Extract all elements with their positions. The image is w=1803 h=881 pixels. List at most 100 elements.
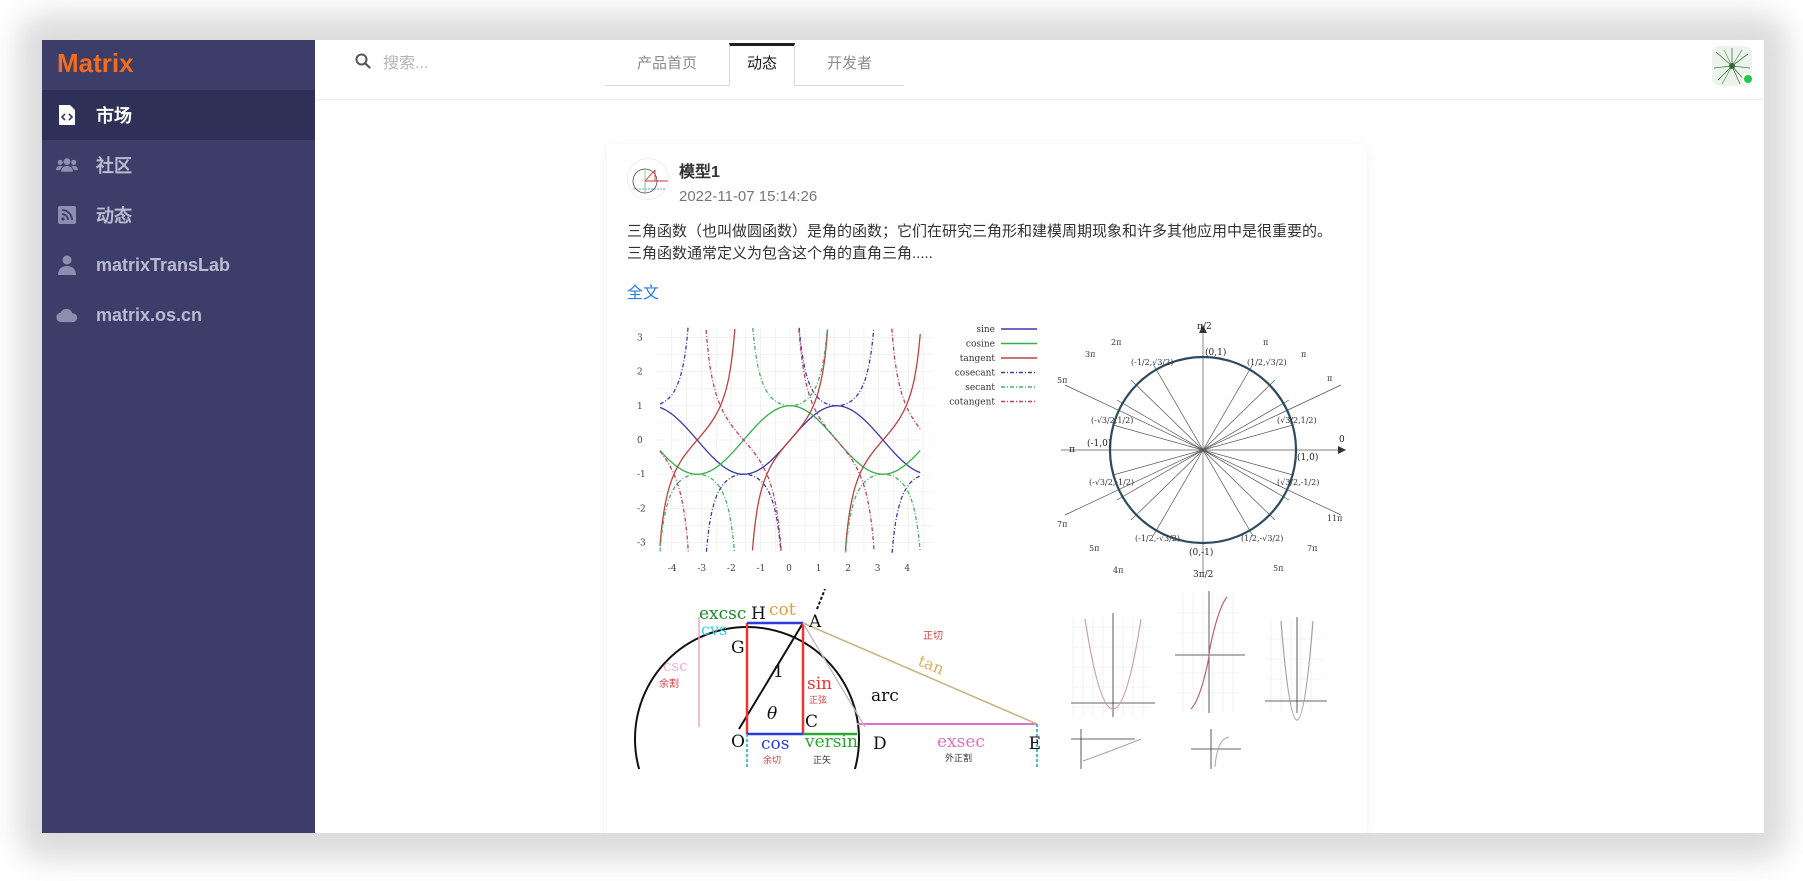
sidebar-item-label: 动态 [96,206,132,226]
app-window: Matrix 市场 社区 动态 matrixTransLab matrix.os… [42,40,1764,833]
geo-cn-label: 正矢 [813,754,831,766]
geo-cn-label: 外正割 [945,752,972,764]
geo-label: exsec [937,732,985,752]
geo-label: 1 [773,662,784,682]
circle-point-label: (0,1) [1205,347,1226,358]
search-box [355,53,543,74]
trig-geometry-diagram[interactable]: excsc H cot A cvs G csc 1 sin θ arc O C … [627,589,1045,769]
x-tick-label: -3 [697,564,706,574]
geo-label: csc [663,657,688,675]
search-icon[interactable] [355,53,371,74]
code-file-icon [56,104,78,126]
tab-product-home[interactable]: 产品首页 [605,43,729,85]
y-tick-label: -1 [637,470,646,480]
y-tick-label: -2 [637,504,646,514]
legend-label: sine [976,325,995,335]
x-tick-label: 1 [816,564,822,574]
circle-angle-label: 0 [1339,435,1345,445]
sidebar-item-matrixtranslab[interactable]: matrixTransLab [42,240,315,290]
circle-angle-label: 3π/2 [1193,570,1213,580]
legend-label: cotangent [949,398,995,408]
svg-text:π: π [1327,374,1332,383]
trig-functions-plot[interactable]: 3 2 1 0 -1 -2 -3 -4 -3 -2 -1 0 1 2 3 4 sine cosine tangen… [627,315,1045,585]
top-bar: 产品首页 动态 开发者 [315,40,1764,100]
tab-bar: 产品首页 动态 开发者 [605,43,905,86]
svg-text:π: π [1263,338,1268,347]
svg-text:π: π [1301,350,1306,359]
svg-text:(√3/2,-1/2): (√3/2,-1/2) [1277,478,1319,487]
svg-text:7π: 7π [1307,544,1317,553]
geo-label: O [731,732,745,752]
legend-label: secant [965,383,995,393]
geo-cn-label: 正切 [923,630,943,642]
y-tick-label: 1 [637,402,643,412]
sidebar-item-label: matrixTransLab [96,254,231,275]
post-timestamp: 2022-11-07 15:14:26 [679,188,818,205]
tab-developer[interactable]: 开发者 [795,43,904,85]
svg-text:(-√3/2,-1/2): (-√3/2,-1/2) [1089,478,1134,487]
geo-label: cot [769,600,796,620]
sidebar-item-matrix-os[interactable]: matrix.os.cn [42,290,315,340]
sidebar-item-activity[interactable]: 动态 [42,190,315,240]
legend-label: cosine [966,340,995,350]
svg-text:5π: 5π [1089,544,1099,553]
geo-label: E [1029,734,1041,754]
sidebar-item-label: 社区 [96,156,132,176]
cloud-icon [56,304,78,326]
svg-text:5π: 5π [1273,564,1283,573]
legend-label: tangent [960,354,996,364]
sidebar-item-market[interactable]: 市场 [42,90,315,140]
users-icon [56,154,78,176]
circle-point-label: (-1,0) [1087,438,1111,449]
svg-text:2π: 2π [1111,338,1121,347]
post-header: 模型1 2022-11-07 15:14:26 [627,158,1347,205]
geo-label: cos [761,734,789,754]
y-tick-label: 2 [637,368,643,378]
unit-circle-figure[interactable]: (0,1) (-1,0) (1,0) (0,-1) π 0 π/2 3π/2 2… [1051,315,1351,585]
x-tick-label: -4 [668,564,677,574]
user-icon [56,254,78,276]
online-status-dot [1742,73,1754,85]
svg-text:4π: 4π [1113,566,1123,575]
geo-label: A [808,612,822,632]
post-image-grid: 3 2 1 0 -1 -2 -3 -4 -3 -2 -1 0 1 2 3 4 sine cosine tangen… [627,315,1351,769]
function-graphs-thumbnail[interactable] [1051,589,1351,769]
svg-text:7π: 7π [1057,520,1067,529]
geo-label: sin [807,674,832,694]
geo-label: cvs [701,620,727,639]
main-content: 产品首页 动态 开发者 [315,40,1764,833]
geo-label: arc [871,686,899,706]
legend-label: cosecant [955,369,996,379]
post-author-name[interactable]: 模型1 [679,158,817,182]
geo-label: θ [767,704,777,724]
svg-text:11π: 11π [1327,514,1342,523]
search-input[interactable] [383,54,543,73]
geo-label: versin [804,732,858,752]
svg-text:(-1/2,√3/2): (-1/2,√3/2) [1131,358,1173,367]
geo-cn-label: 余割 [659,677,679,690]
tab-activity[interactable]: 动态 [729,43,796,86]
geo-label: C [805,712,818,732]
svg-text:(1/2,√3/2): (1/2,√3/2) [1247,358,1287,367]
svg-text:3π: 3π [1085,350,1095,359]
app-logo[interactable]: Matrix [42,40,315,90]
post-card: 模型1 2022-11-07 15:14:26 三角函数（也叫做圆函数）是角的函… [607,144,1367,833]
circle-angle-label: π [1069,445,1075,455]
sidebar-item-label: matrix.os.cn [96,304,203,325]
rss-icon [56,204,78,226]
x-tick-label: -2 [727,564,736,574]
circle-point-label: (0,-1) [1189,547,1213,558]
geo-cn-label: 正弦 [809,694,827,706]
svg-text:(√3/2,1/2): (√3/2,1/2) [1277,416,1317,425]
geo-cn-label: 余切 [763,754,781,766]
svg-text:(-1/2,-√3/2): (-1/2,-√3/2) [1135,534,1180,543]
svg-text:(1/2,-√3/2): (1/2,-√3/2) [1241,534,1283,543]
circle-point-label: (1,0) [1297,452,1318,463]
read-full-link[interactable]: 全文 [627,279,659,303]
geo-label: H [751,604,766,624]
sidebar-item-label: 市场 [96,106,132,126]
y-tick-label: -3 [637,539,646,549]
post-author-avatar[interactable] [627,158,669,200]
sidebar-item-community[interactable]: 社区 [42,140,315,190]
svg-text:(-√3/2,1/2): (-√3/2,1/2) [1091,416,1133,425]
